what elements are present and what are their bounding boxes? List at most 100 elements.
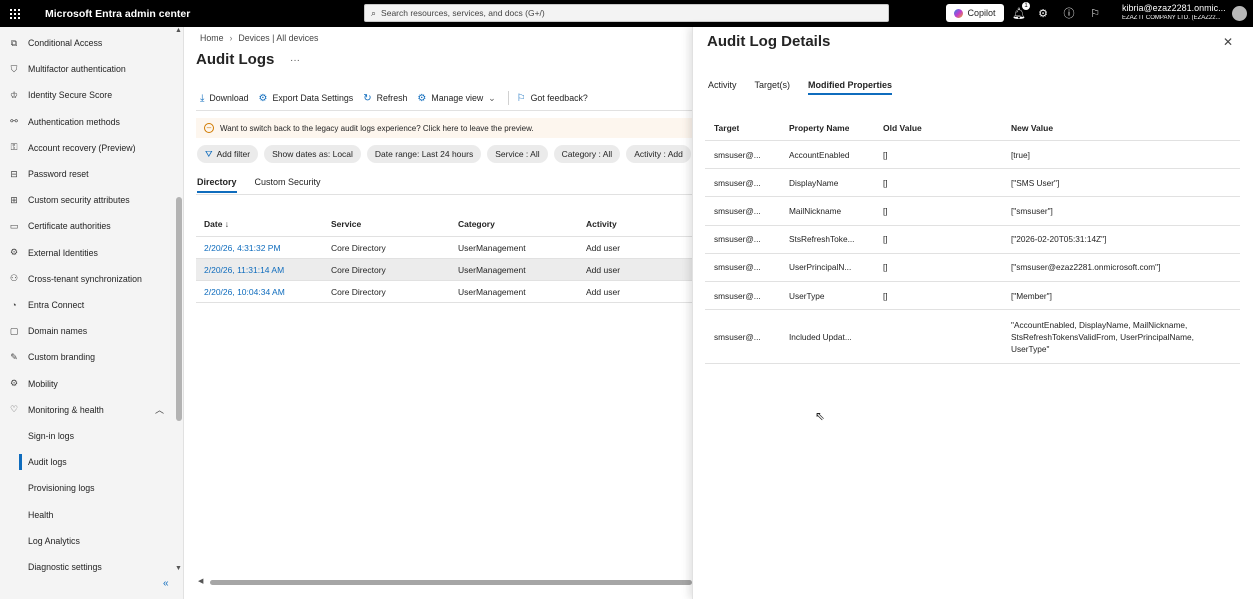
app-launcher-button[interactable] (0, 0, 30, 27)
horizontal-scrollbar[interactable]: ◀ (196, 577, 692, 587)
avatar[interactable] (1232, 6, 1247, 21)
scroll-up-icon[interactable]: ▲ (175, 27, 182, 34)
preview-banner[interactable]: – Want to switch back to the legacy audi… (196, 118, 692, 138)
help-button[interactable]: ⓘ (1061, 5, 1077, 21)
table-row[interactable]: 2/20/26, 10:04:34 AM Core Directory UserMa… (196, 281, 692, 303)
app-title[interactable]: Microsoft Entra admin center (45, 8, 365, 20)
service-filter[interactable]: Service : All (487, 145, 548, 163)
cell-date[interactable]: 2/20/26, 10:04:34 AM (204, 281, 285, 302)
tab-targets[interactable]: Target(s) (755, 80, 791, 95)
breadcrumb-devices[interactable]: Devices | All devices (238, 33, 318, 43)
sidebar-item-custom-security-attributes[interactable]: ⊞ Custom security attributes (0, 187, 172, 213)
add-filter-button[interactable]: ⛛ Add filter (197, 145, 259, 163)
feedback-button[interactable]: ⚐ (1087, 5, 1103, 21)
cell-property-name: UserType (789, 290, 825, 301)
banner-text[interactable]: Want to switch back to the legacy audit … (220, 124, 534, 133)
cell-service: Core Directory (331, 242, 386, 253)
scroll-left-icon[interactable]: ◀ (198, 577, 203, 585)
horizontal-scroll-thumb[interactable] (210, 580, 692, 585)
main-tabs: Directory Custom Security (197, 177, 321, 193)
column-header-service[interactable]: Service (331, 211, 361, 236)
sidebar-item-account-recovery-preview[interactable]: ⚿ Account recovery (Preview) (0, 135, 172, 161)
sidebar-item-conditional-access[interactable]: ⧉ Conditional Access (0, 30, 172, 56)
notification-badge: 1 (1022, 2, 1030, 10)
tab-custom-security[interactable]: Custom Security (255, 177, 321, 193)
export-data-settings-button[interactable]: ⚙ Export Data Settings (259, 93, 354, 104)
attributes-icon: ⊞ (10, 194, 18, 205)
cell-date[interactable]: 2/20/26, 11:31:14 AM (204, 259, 284, 280)
copilot-button[interactable]: Copilot (946, 4, 1004, 22)
cell-property-name: AccountEnabled (789, 149, 850, 160)
settings-button[interactable]: ⚙ (1035, 5, 1051, 21)
breadcrumb-home[interactable]: Home (200, 33, 223, 43)
close-icon[interactable]: ✕ (1223, 35, 1233, 49)
cell-target: smsuser@... (714, 290, 761, 301)
fingerprint-icon: ⚯ (10, 116, 18, 127)
chevron-up-icon[interactable]: ︿ (155, 403, 164, 416)
sidebar-item-certificate-authorities[interactable]: ▭ Certificate authorities (0, 213, 172, 239)
notifications-button[interactable]: 🔔︎ 1 (1011, 2, 1030, 21)
cell-new-value: [true] (1011, 149, 1030, 160)
collapse-sidebar-button[interactable]: « (163, 578, 169, 589)
sidebar-item-multifactor-authentication[interactable]: ⛉ Multifactor authentication (0, 56, 172, 82)
tab-activity[interactable]: Activity (708, 80, 737, 95)
column-header-date[interactable]: Date ↓ (204, 211, 229, 236)
manage-view-button[interactable]: ⚙ Manage view ⌄ (417, 93, 495, 104)
external-identities-icon: ⚙ (9, 247, 19, 258)
cell-activity: Add user (586, 242, 621, 253)
sidebar-scrollbar[interactable]: ▲ ▼ (175, 27, 183, 587)
table-row[interactable]: 2/20/26, 11:31:14 AM Core Directory UserMa… (196, 259, 692, 281)
sidebar-item-cross-tenant-synchronization[interactable]: ⚇ Cross-tenant synchronization (0, 266, 172, 292)
person-key-icon: ⚿ (10, 142, 18, 153)
column-header-category[interactable]: Category (458, 211, 495, 236)
sidebar-item-identity-secure-score[interactable]: ♔ Identity Secure Score (0, 82, 172, 108)
sidebar-subitem-sign-in-logs[interactable]: Sign-in logs (0, 423, 172, 449)
search-icon: ⌕ (371, 7, 377, 18)
main-content: Home › Devices | All devices Audit Logs … (184, 27, 692, 599)
sidebar-item-external-identities[interactable]: ⚙ External Identities (0, 240, 172, 266)
tab-directory[interactable]: Directory (197, 177, 237, 193)
sidebar-item-monitoring-health[interactable]: ♡ Monitoring & health ︿ (0, 397, 172, 423)
cell-new-value: "AccountEnabled, DisplayName, MailNickna… (1011, 319, 1194, 354)
sidebar-item-mobility[interactable]: ⚙ Mobility (0, 371, 172, 397)
sidebar-item-authentication-methods[interactable]: ⚯ Authentication methods (0, 109, 172, 135)
sidebar-subitem-provisioning-logs[interactable]: Provisioning logs (0, 475, 172, 501)
table-row[interactable]: 2/20/26, 4:31:32 PM Core Directory UserMan… (196, 237, 692, 259)
show-dates-filter[interactable]: Show dates as: Local (264, 145, 361, 163)
sidebar-scroll-thumb[interactable] (176, 197, 182, 421)
cell-property-name: Included Updat... (789, 331, 852, 342)
sidebar-item-label: Domain names (28, 326, 88, 337)
account-menu[interactable]: kibria@ezaz2281.onmic... EZAZ IT COMPANY… (1122, 4, 1230, 21)
scroll-down-icon[interactable]: ▼ (175, 565, 182, 572)
refresh-button[interactable]: ↻ Refresh (363, 93, 407, 104)
download-button[interactable]: ⤓ Download (200, 93, 249, 104)
feedback-link[interactable]: ⚐ Got feedback? (517, 93, 588, 104)
sidebar-subitem-log-analytics[interactable]: Log Analytics (0, 528, 172, 554)
cell-category: UserManagement (458, 264, 526, 275)
sidebar-item-domain-names[interactable]: ▢ Domain names (0, 318, 172, 344)
activity-filter[interactable]: Activity : Add (626, 145, 691, 163)
tab-modified-properties[interactable]: Modified Properties (808, 80, 893, 95)
cell-category: UserManagement (458, 286, 526, 297)
sidebar-subitem-health[interactable]: Health (0, 502, 172, 528)
sidebar-item-custom-branding[interactable]: ✎ Custom branding (0, 344, 172, 370)
gear-icon: ⚙ (417, 92, 427, 104)
category-filter[interactable]: Category : All (553, 145, 621, 163)
sidebar-item-label: Multifactor authentication (28, 64, 126, 75)
column-header-target: Target (714, 122, 740, 133)
sidebar-item-password-reset[interactable]: ⊟ Password reset (0, 161, 172, 187)
sidebar-subitem-diagnostic-settings[interactable]: Diagnostic settings (0, 554, 172, 580)
conditional-access-icon: ⧉ (10, 37, 18, 48)
sidebar-item-entra-connect[interactable]: ◔ Entra Connect (0, 292, 172, 318)
cell-date[interactable]: 2/20/26, 4:31:32 PM (204, 237, 281, 258)
date-range-filter[interactable]: Date range: Last 24 hours (366, 145, 482, 163)
property-row: smsuser@... Included Updat... "AccountEnab… (705, 310, 1240, 365)
sidebar-subitem-audit-logs[interactable]: Audit logs (0, 449, 172, 475)
mouse-cursor-icon: ⇖ (815, 409, 826, 423)
toolbar: ⤓ Download ⚙ Export Data Settings ↻ Refr… (200, 91, 598, 105)
column-header-property-name: Property Name (789, 122, 850, 133)
more-options-icon[interactable]: ··· (290, 55, 300, 66)
column-header-activity[interactable]: Activity (586, 211, 617, 236)
sidebar-item-label: Conditional Access (28, 38, 103, 48)
global-search-input[interactable]: ⌕ Search resources, services, and docs (… (364, 4, 889, 22)
